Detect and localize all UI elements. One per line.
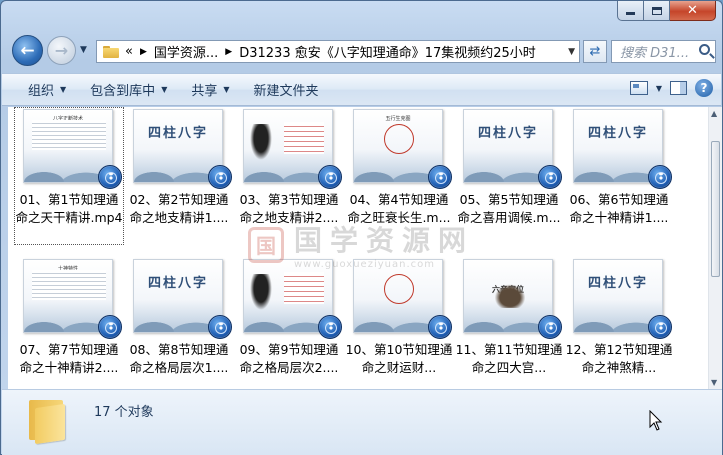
- media-player-icon: [538, 315, 562, 339]
- view-options-dropdown-icon[interactable]: ▼: [656, 84, 662, 93]
- thumbnail-title: 四柱八字: [587, 276, 648, 291]
- organize-label: 组织: [28, 84, 55, 99]
- search-input[interactable]: 搜索 D31...: [611, 40, 716, 63]
- thumbnail-title: 四柱八字: [147, 126, 208, 141]
- include-library-label: 包含到库中: [90, 84, 156, 99]
- file-name: 07、第7节知理通命之十神精讲2....: [19, 342, 119, 375]
- file-list-area[interactable]: 八字正断技术 01、第1节知理通命之天干精讲.mp4 四柱八字 02、第2节知理通命之…: [8, 107, 708, 389]
- chevron-down-icon: ▼: [80, 45, 87, 55]
- share-label: 共享: [191, 84, 218, 99]
- media-player-icon: [648, 315, 672, 339]
- change-view-icon[interactable]: [629, 81, 648, 95]
- chevron-down-icon: ▼: [223, 85, 230, 94]
- media-player-icon: [428, 165, 452, 189]
- include-in-library-menu[interactable]: 包含到库中 ▼: [78, 74, 179, 105]
- new-folder-label: 新建文件夹: [253, 84, 319, 99]
- file-item[interactable]: 09、第9节知理通命之格局层次2....: [234, 257, 344, 389]
- file-item[interactable]: 四柱八字 12、第12节知理通命之神煞精...: [564, 257, 674, 389]
- breadcrumb-parent[interactable]: 国学资源...: [154, 42, 218, 61]
- file-item[interactable]: 四柱八字 06、第6节知理通命之十神精讲1....: [564, 107, 674, 245]
- command-toolbar: 组织 ▼ 包含到库中 ▼ 共享 ▼ 新建文件夹 ▼ ?: [2, 73, 721, 106]
- organize-menu[interactable]: 组织 ▼: [2, 74, 78, 105]
- chevron-down-icon: ▼: [60, 85, 67, 94]
- media-player-icon: [98, 165, 122, 189]
- media-player-icon: [538, 165, 562, 189]
- file-name: 03、第3节知理通命之地支精讲2....: [239, 192, 339, 225]
- media-player-icon: [318, 315, 342, 339]
- forward-arrow-icon: →: [54, 41, 69, 60]
- file-item[interactable]: 六亲宫位11、第11节知理通命之四大宫...: [454, 257, 564, 389]
- media-player-icon: [208, 165, 232, 189]
- file-item[interactable]: 八字正断技术 01、第1节知理通命之天干精讲.mp4: [14, 107, 124, 245]
- scroll-down-icon[interactable]: ▼: [711, 378, 717, 387]
- media-player-icon: [98, 315, 122, 339]
- file-item[interactable]: 四柱八字 02、第2节知理通命之地支精讲1....: [124, 107, 234, 245]
- maximize-icon: [651, 6, 662, 15]
- media-player-icon: [208, 315, 232, 339]
- file-name: 08、第8节知理通命之格局层次1....: [129, 342, 229, 375]
- share-menu[interactable]: 共享 ▼: [179, 74, 241, 105]
- minimize-button[interactable]: [617, 1, 644, 21]
- maximize-button[interactable]: [644, 1, 670, 21]
- refresh-icon: ⇄: [589, 44, 601, 59]
- scroll-up-icon[interactable]: ▲: [711, 109, 717, 118]
- navigation-bar: ← → ▼ « ▶ 国学资源... ▶ D31233 愈安《八字知理通命》17集…: [1, 32, 722, 68]
- thumbnail-title: 四柱八字: [477, 126, 538, 141]
- thumbnail-title: 五行生克图: [385, 116, 411, 122]
- folder-icon: [103, 45, 119, 58]
- help-icon[interactable]: ?: [695, 79, 713, 97]
- explorer-window: ✕ ← → ▼ « ▶ 国学资源... ▶ D31233 愈安《八字知理通命》1…: [0, 0, 723, 455]
- preview-pane-icon[interactable]: [670, 81, 687, 95]
- file-item[interactable]: 03、第3节知理通命之地支精讲2....: [234, 107, 344, 245]
- media-player-icon: [648, 165, 672, 189]
- media-player-icon: [318, 165, 342, 189]
- toolbar-right: ▼ ?: [629, 79, 713, 97]
- details-pane: 17 个对象: [2, 389, 722, 455]
- breadcrumb-current[interactable]: D31233 愈安《八字知理通命》17集视频约25小时: [239, 42, 536, 61]
- folder-icon: [29, 398, 75, 445]
- file-name: 02、第2节知理通命之地支精讲1....: [129, 192, 229, 225]
- new-folder-button[interactable]: 新建文件夹: [242, 74, 331, 105]
- address-dropdown-icon[interactable]: ▼: [568, 47, 575, 57]
- address-bar[interactable]: « ▶ 国学资源... ▶ D31233 愈安《八字知理通命》17集视频约25小…: [96, 40, 580, 63]
- refresh-button[interactable]: ⇄: [583, 40, 607, 63]
- file-item[interactable]: 十神特性 07、第7节知理通命之十神精讲2....: [14, 257, 124, 389]
- media-player-icon: [428, 315, 452, 339]
- search-icon: [699, 44, 710, 55]
- thumbnail-title: 四柱八字: [587, 126, 648, 141]
- crumb-separator-icon: ▶: [139, 46, 147, 57]
- thumbnail-title: 四柱八字: [147, 276, 208, 291]
- close-button[interactable]: ✕: [670, 1, 716, 21]
- scroll-thumb[interactable]: [711, 141, 720, 277]
- forward-button[interactable]: →: [47, 36, 76, 65]
- file-name: 04、第4节知理通命之旺衰长生.m...: [347, 192, 451, 225]
- file-name: 10、第10节知理通命之财运财...: [345, 342, 453, 375]
- file-name: 01、第1节知理通命之天干精讲.mp4: [15, 192, 123, 225]
- file-name: 11、第11节知理通命之四大宫...: [455, 342, 563, 375]
- vertical-scrollbar[interactable]: ▲ ▼: [708, 107, 722, 389]
- minimize-icon: [626, 12, 635, 15]
- crumb-separator-icon: ▶: [225, 46, 233, 57]
- back-button[interactable]: ←: [12, 35, 43, 66]
- chevron-down-icon: ▼: [161, 85, 168, 94]
- address-overflow-prefix[interactable]: «: [125, 44, 133, 59]
- back-arrow-icon: ←: [20, 40, 35, 61]
- file-name: 06、第6节知理通命之十神精讲1....: [569, 192, 669, 225]
- close-icon: ✕: [687, 3, 698, 18]
- search-placeholder: 搜索 D31...: [620, 46, 690, 61]
- file-item[interactable]: 四柱八字 05、第5节知理通命之喜用调候.m...: [454, 107, 564, 245]
- file-name: 09、第9节知理通命之格局层次2....: [239, 342, 339, 375]
- file-item[interactable]: 四柱八字 08、第8节知理通命之格局层次1....: [124, 257, 234, 389]
- recent-pages-button[interactable]: ▼: [80, 45, 87, 55]
- file-name: 05、第5节知理通命之喜用调候.m...: [457, 192, 561, 225]
- file-grid: 八字正断技术 01、第1节知理通命之天干精讲.mp4 四柱八字 02、第2节知理通命之…: [14, 107, 674, 389]
- file-name: 12、第12节知理通命之神煞精...: [565, 342, 673, 375]
- caption-buttons: ✕: [617, 1, 716, 21]
- file-item[interactable]: 五行生克图 04、第4节知理通命之旺衰长生.m...: [344, 107, 454, 245]
- file-item[interactable]: 10、第10节知理通命之财运财...: [344, 257, 454, 389]
- item-count: 17 个对象: [94, 405, 154, 420]
